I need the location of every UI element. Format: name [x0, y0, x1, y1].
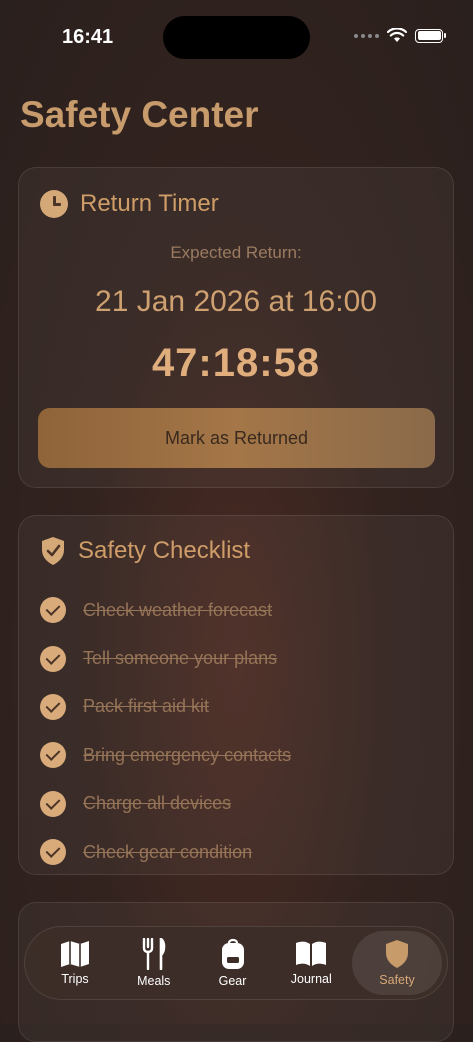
checklist: Check weather forecast Tell someone your… — [40, 586, 291, 876]
book-icon — [296, 941, 327, 966]
safety-checklist-card: Safety Checklist Check weather forecast … — [18, 515, 454, 875]
cellular-signal-icon — [354, 33, 379, 38]
checkmark-icon[interactable] — [40, 742, 66, 769]
expected-return-label: Expected Return: — [170, 243, 302, 262]
checklist-item[interactable]: Charge all devices — [40, 780, 291, 828]
checkmark-icon[interactable] — [40, 839, 66, 866]
status-time: 16:41 — [62, 26, 114, 48]
tab-bar: Trips Meals Gear Journal Safety — [24, 926, 448, 1000]
tab-label: Trips — [61, 972, 89, 986]
dynamic-island — [163, 16, 310, 59]
tab-label: Gear — [218, 974, 247, 988]
checklist-item[interactable]: Check weather forecast — [40, 586, 291, 634]
checklist-item-label: Check gear condition — [83, 841, 253, 862]
countdown-timer: 47:18:58 — [151, 341, 321, 385]
fork-knife-icon — [142, 938, 166, 970]
mark-returned-button[interactable]: Mark as Returned — [38, 408, 435, 468]
tab-gear[interactable]: Gear — [195, 931, 271, 995]
checklist-item[interactable]: Tell someone your plans — [40, 634, 291, 682]
checkmark-icon[interactable] — [40, 645, 66, 672]
status-indicators — [354, 28, 446, 43]
page-title: Safety Center — [20, 94, 259, 135]
expected-return-date: 21 Jan 2026 at 16:00 — [95, 285, 377, 318]
tab-trips[interactable]: Trips — [37, 931, 113, 995]
wifi-icon — [387, 28, 407, 42]
tab-safety[interactable]: Safety — [352, 931, 442, 995]
clock-icon — [40, 190, 68, 218]
shield-icon — [386, 940, 408, 968]
checklist-item[interactable]: Pack first aid kit — [40, 683, 291, 731]
checkmark-icon[interactable] — [40, 790, 66, 817]
backpack-icon — [221, 938, 244, 969]
checklist-item[interactable]: Check gear condition — [40, 828, 291, 876]
tab-journal[interactable]: Journal — [273, 931, 349, 995]
battery-icon — [415, 28, 446, 43]
safety-checklist-header: Safety Checklist — [40, 536, 250, 566]
checkmark-icon[interactable] — [40, 597, 66, 624]
map-icon — [61, 941, 89, 967]
return-timer-title: Return Timer — [80, 190, 219, 217]
checklist-item-label: Bring emergency contacts — [83, 744, 292, 765]
checklist-item-label: Pack first aid kit — [83, 696, 210, 717]
checklist-item-label: Check weather forecast — [83, 599, 273, 620]
tab-label: Journal — [290, 972, 332, 986]
return-timer-header: Return Timer — [40, 190, 219, 218]
safety-checklist-title: Safety Checklist — [78, 537, 251, 564]
tab-label: Meals — [137, 974, 171, 988]
checkmark-icon[interactable] — [40, 693, 66, 720]
shield-check-icon — [42, 537, 64, 565]
checklist-item[interactable]: Bring emergency contacts — [40, 731, 291, 779]
tab-label: Safety — [379, 973, 415, 987]
tab-meals[interactable]: Meals — [116, 931, 192, 995]
return-timer-card: Return Timer Expected Return: 21 Jan 202… — [18, 167, 454, 488]
checklist-item-label: Charge all devices — [83, 793, 232, 814]
checklist-item-label: Tell someone your plans — [83, 648, 278, 669]
